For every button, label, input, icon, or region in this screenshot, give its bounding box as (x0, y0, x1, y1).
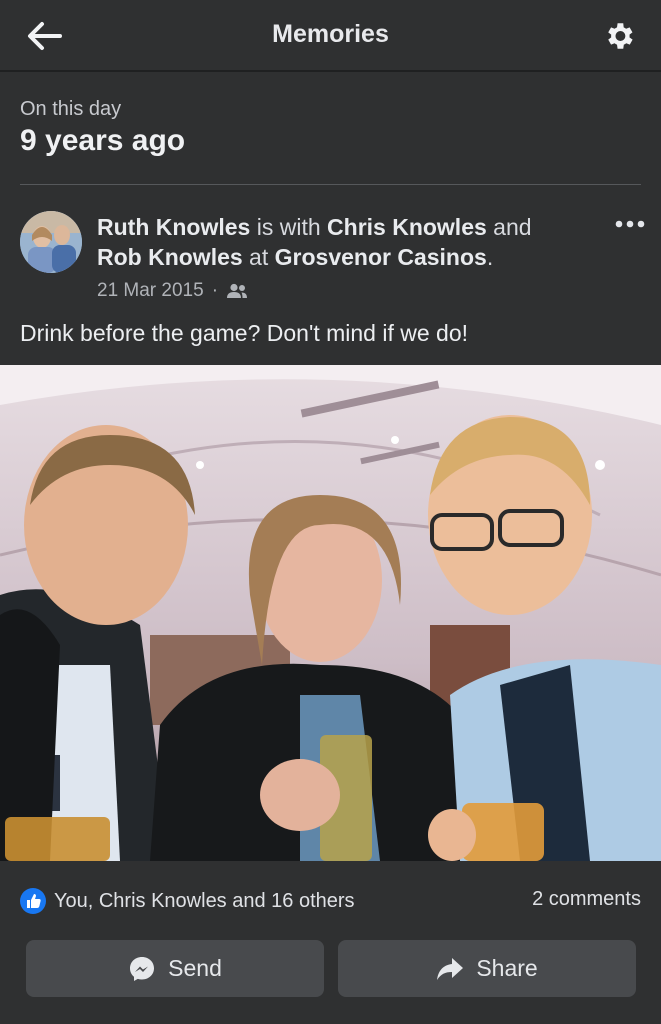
reactions-text: You, Chris Knowles and 16 others (54, 889, 355, 912)
avatar-photo (20, 211, 82, 273)
divider (20, 184, 641, 185)
more-horizontal-icon (615, 220, 645, 228)
post-header: Ruth Knowles is with Chris Knowles and R… (97, 212, 567, 272)
post-photo[interactable] (0, 365, 661, 861)
settings-button[interactable] (601, 18, 637, 54)
page-title: Memories (272, 20, 389, 48)
and-text: and (486, 214, 532, 240)
post-text: Drink before the game? Don't mind if we … (20, 320, 469, 346)
with-text: is with (250, 214, 328, 240)
send-button[interactable]: Send (26, 940, 324, 997)
post-meta: 21 Mar 2015 · (97, 280, 248, 302)
thumbs-up-icon (20, 888, 46, 914)
on-this-day-label: On this day (20, 98, 122, 120)
share-arrow-icon (437, 957, 464, 980)
reactions-summary[interactable]: You, Chris Knowles and 16 others (20, 888, 355, 914)
post-date[interactable]: 21 Mar 2015 (97, 280, 204, 302)
send-label: Send (168, 955, 222, 981)
at-text: at (242, 244, 275, 270)
friends-icon (227, 283, 248, 298)
gear-icon (608, 23, 633, 49)
tagged-person-1-link[interactable]: Chris Knowles (327, 214, 487, 240)
author-link[interactable]: Ruth Knowles (97, 214, 250, 240)
avatar[interactable] (20, 211, 82, 273)
place-link[interactable]: Grosvenor Casinos (275, 244, 487, 270)
share-label: Share (476, 955, 538, 981)
period-text: . (486, 244, 494, 270)
comments-count[interactable]: 2 comments (532, 888, 641, 911)
more-options-button[interactable] (612, 210, 648, 238)
messenger-icon (130, 956, 155, 981)
post-photo-image (0, 365, 661, 861)
share-button[interactable]: Share (338, 940, 636, 997)
tagged-person-2-link[interactable]: Rob Knowles (97, 244, 243, 270)
meta-separator: · (211, 280, 219, 301)
top-bar: Memories (0, 0, 661, 72)
years-ago-heading: 9 years ago (20, 124, 186, 157)
